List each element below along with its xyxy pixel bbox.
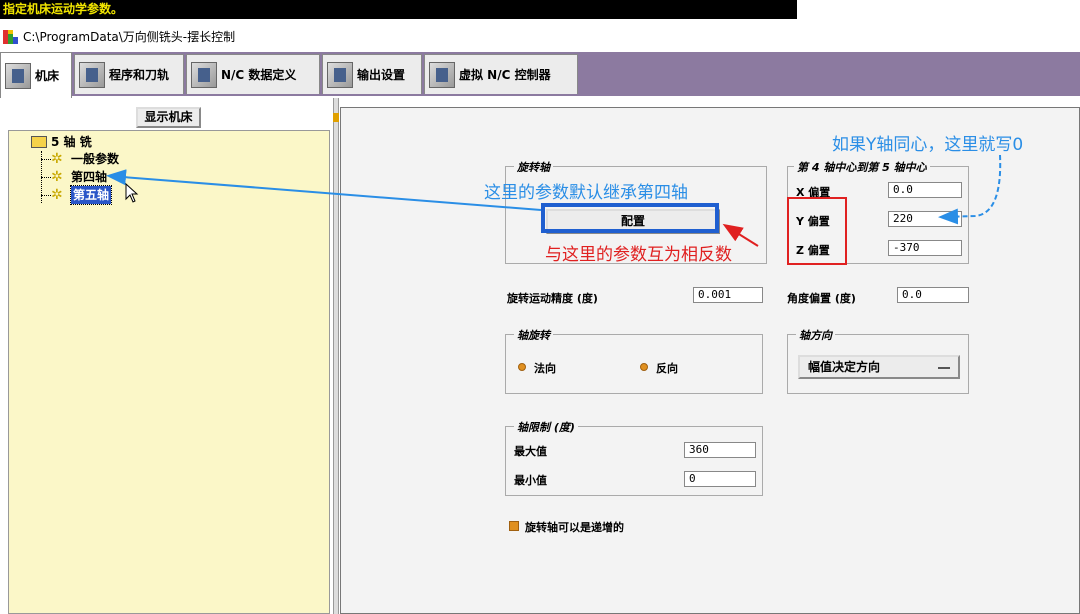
inherit-arrow xyxy=(106,169,542,211)
opposite-arrow xyxy=(722,223,759,247)
y-arrow xyxy=(938,154,1002,225)
annotation-arrows xyxy=(106,154,1002,247)
